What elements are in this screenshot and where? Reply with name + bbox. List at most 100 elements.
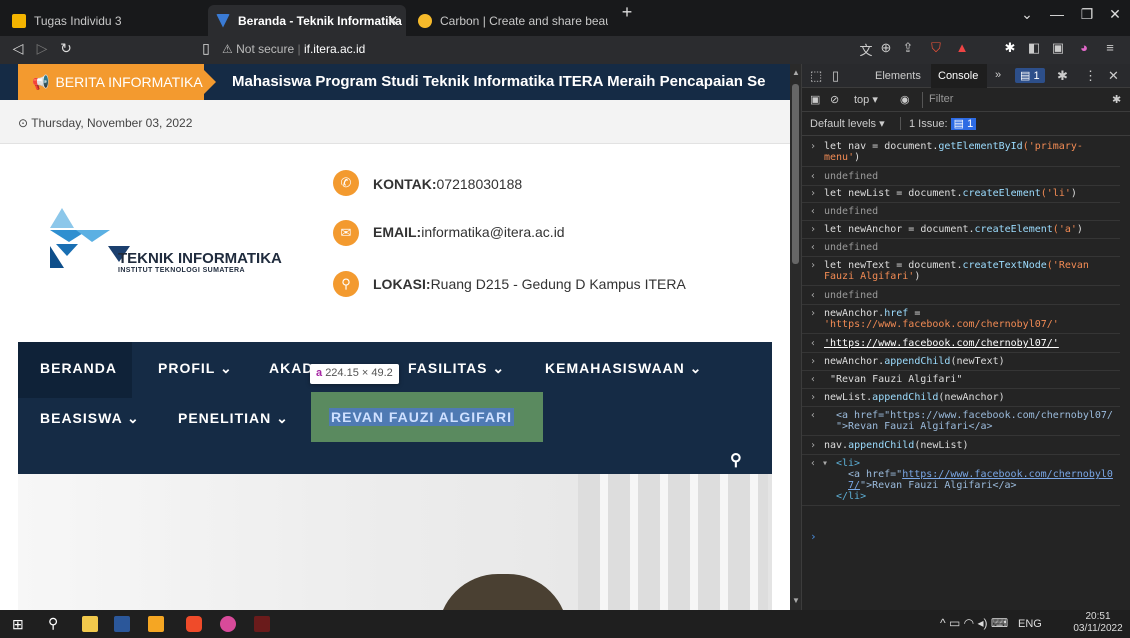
scroll-down-icon[interactable]: ▼ bbox=[792, 596, 800, 605]
share-icon[interactable]: ⇪ bbox=[898, 40, 918, 56]
news-headline-link[interactable]: Mahasiswa Program Studi Teknik Informati… bbox=[232, 73, 766, 90]
menu-item-akademik[interactable]: AKAD bbox=[269, 360, 313, 376]
contact-email: EMAIL:informatika@itera.ac.id bbox=[373, 224, 565, 240]
forward-icon[interactable]: ▷ bbox=[32, 40, 52, 57]
word-icon[interactable] bbox=[114, 616, 130, 632]
bookmark-icon[interactable]: ▯ bbox=[196, 40, 216, 57]
menu-item-profil[interactable]: PROFIL ⌄ bbox=[158, 360, 233, 377]
tab-tugas-individu[interactable]: Tugas Individu 3 bbox=[4, 5, 204, 36]
settings-gear-icon[interactable]: ✱ bbox=[1057, 68, 1068, 84]
reload-icon[interactable]: ↻ bbox=[56, 40, 76, 57]
close-devtools-icon[interactable]: ✕ bbox=[1108, 68, 1119, 84]
result-html[interactable]: <li> bbox=[836, 458, 860, 469]
code-fn: createElement bbox=[962, 188, 1041, 199]
console-result-line: ‹ undefined bbox=[802, 239, 1120, 257]
filter-input[interactable]: Filter bbox=[922, 92, 1102, 108]
result-arrow-icon: ‹ bbox=[810, 338, 817, 349]
windows-taskbar: ⊞ ⚲ ^ ▭ ◠ ◂) ⌨ ENG 20:51 03/11/2022 bbox=[0, 610, 1130, 638]
extensions-icon[interactable]: ✱ bbox=[1000, 40, 1020, 56]
tab-search-icon[interactable]: ⌄ bbox=[1012, 6, 1042, 23]
warning-icon: ⚠ bbox=[222, 42, 233, 56]
building-shape bbox=[578, 474, 768, 610]
console-prompt-icon[interactable]: › bbox=[810, 530, 817, 543]
menu-item-fasilitas[interactable]: FASILITAS ⌄ bbox=[408, 360, 505, 377]
result-link[interactable]: 'https://www.facebook.com/chernobyl07/' bbox=[824, 338, 1059, 349]
system-tray[interactable]: ^ ▭ ◠ ◂) ⌨ bbox=[940, 616, 1008, 630]
more-options-icon[interactable]: ⋮ bbox=[1084, 68, 1097, 84]
brave-rewards-icon[interactable]: ▲ bbox=[952, 40, 972, 55]
menu-item-beranda[interactable]: BERANDA bbox=[18, 342, 132, 398]
hero-image bbox=[18, 474, 772, 610]
levels-bar: Default levels ▾ 1 Issue: ▤ 1 bbox=[802, 112, 1130, 136]
windows-start-icon[interactable]: ⊞ bbox=[12, 616, 24, 633]
console-result-line: ‹ undefined bbox=[802, 287, 1120, 305]
result-link[interactable]: 7/ bbox=[848, 480, 860, 491]
page-scrollbar[interactable]: ▲ ▼ bbox=[790, 64, 801, 610]
menu-item-revan-fauzi-algifari[interactable]: REVAN FAUZI ALGIFARI bbox=[329, 408, 514, 426]
language-indicator[interactable]: ENG bbox=[1018, 618, 1042, 630]
issues-number: 1 bbox=[967, 118, 974, 130]
result-arrow-icon: ‹ bbox=[810, 410, 817, 421]
search-icon[interactable]: ⚲ bbox=[730, 450, 742, 470]
minimize-button[interactable]: — bbox=[1042, 6, 1072, 22]
tab-label: Carbon | Create and share beautiful im bbox=[440, 13, 608, 28]
profile-avatar[interactable]: ◕ bbox=[1074, 40, 1094, 55]
sublime-icon[interactable] bbox=[148, 616, 164, 632]
code-fn: appendChild bbox=[848, 440, 915, 451]
input-prompt-icon: › bbox=[810, 224, 817, 235]
volume-icon[interactable]: ◂) bbox=[978, 616, 988, 630]
clock[interactable]: 20:51 03/11/2022 bbox=[1068, 611, 1128, 635]
tab-beranda[interactable]: Beranda - Teknik Informatika ✕ bbox=[208, 5, 406, 36]
wifi-icon[interactable]: ◠ bbox=[964, 616, 974, 630]
tab-elements[interactable]: Elements bbox=[875, 70, 921, 82]
menu-item-kemahasiswaan[interactable]: KEMAHASISWAAN ⌄ bbox=[545, 360, 702, 377]
menu-icon[interactable]: ≡ bbox=[1100, 40, 1120, 55]
search-icon[interactable]: ⚲ bbox=[48, 615, 58, 632]
console-settings-icon[interactable]: ✱ bbox=[1112, 93, 1121, 106]
zoom-icon[interactable]: ⊕ bbox=[876, 40, 896, 56]
battery-icon[interactable]: ▭ bbox=[949, 616, 960, 630]
restore-button[interactable]: ❐ bbox=[1072, 6, 1102, 23]
code: let newText = document. bbox=[824, 260, 963, 271]
menu-item-beasiswa[interactable]: BEASISWA ⌄ bbox=[40, 410, 140, 427]
keyboard-icon[interactable]: ⌨ bbox=[991, 616, 1008, 630]
tab-carbon[interactable]: Carbon | Create and share beautiful im bbox=[410, 5, 608, 36]
address-field[interactable]: ⚠ Not secure | if.itera.ac.id bbox=[222, 42, 365, 56]
brave-nightly-icon[interactable] bbox=[220, 616, 236, 632]
back-icon[interactable]: ◁ bbox=[8, 40, 28, 57]
issues-badge[interactable]: ▤ 1 bbox=[1015, 68, 1045, 83]
scroll-thumb[interactable] bbox=[792, 84, 799, 264]
scroll-up-icon[interactable]: ▲ bbox=[792, 68, 800, 77]
contact-value: 07218030188 bbox=[436, 176, 523, 192]
device-toolbar-icon[interactable]: ▯ bbox=[832, 68, 839, 84]
log-levels-dropdown[interactable]: Default levels ▾ bbox=[810, 117, 885, 130]
file-explorer-icon[interactable] bbox=[82, 616, 98, 632]
clear-console-icon[interactable]: ⊘ bbox=[830, 93, 839, 106]
more-tabs-icon[interactable]: » bbox=[995, 69, 1001, 81]
contact-label: EMAIL: bbox=[373, 224, 422, 240]
sidebar-icon[interactable]: ◧ bbox=[1024, 40, 1044, 56]
code: ) bbox=[914, 271, 921, 282]
wallet-icon[interactable]: ▣ bbox=[1048, 40, 1068, 56]
menu-item-penelitian[interactable]: PENELITIAN ⌄ bbox=[178, 410, 289, 427]
app-icon[interactable] bbox=[254, 616, 270, 632]
chevron-up-icon[interactable]: ^ bbox=[940, 616, 946, 630]
code: let newList = document. bbox=[824, 188, 963, 199]
result-link[interactable]: https://www.facebook.com/chernobyl0 bbox=[902, 469, 1113, 480]
result-html[interactable]: ">Revan Fauzi Algifari</a> bbox=[836, 421, 993, 432]
issues-text: 1 Issue: bbox=[909, 118, 948, 130]
brave-shield-icon[interactable]: ⛉ bbox=[926, 40, 946, 56]
close-window-button[interactable]: ✕ bbox=[1100, 6, 1130, 23]
translate-icon[interactable]: 文 bbox=[856, 40, 876, 59]
sidebar-toggle-icon[interactable]: ▣ bbox=[810, 93, 820, 106]
context-selector[interactable]: top ▾ bbox=[854, 93, 878, 106]
new-tab-button[interactable]: + bbox=[612, 2, 642, 23]
issues-link[interactable]: 1 Issue: ▤ 1 bbox=[900, 117, 977, 130]
result-html[interactable]: <a href="https://www.facebook.com/cherno… bbox=[836, 410, 1113, 421]
brave-browser-icon[interactable] bbox=[186, 616, 202, 632]
tab-console[interactable]: Console bbox=[931, 64, 987, 88]
eye-icon[interactable]: ◉ bbox=[900, 93, 910, 106]
mail-icon: ✉ bbox=[333, 220, 359, 246]
close-tab-icon[interactable]: ✕ bbox=[387, 13, 398, 29]
inspect-element-icon[interactable]: ⬚ bbox=[810, 68, 822, 84]
